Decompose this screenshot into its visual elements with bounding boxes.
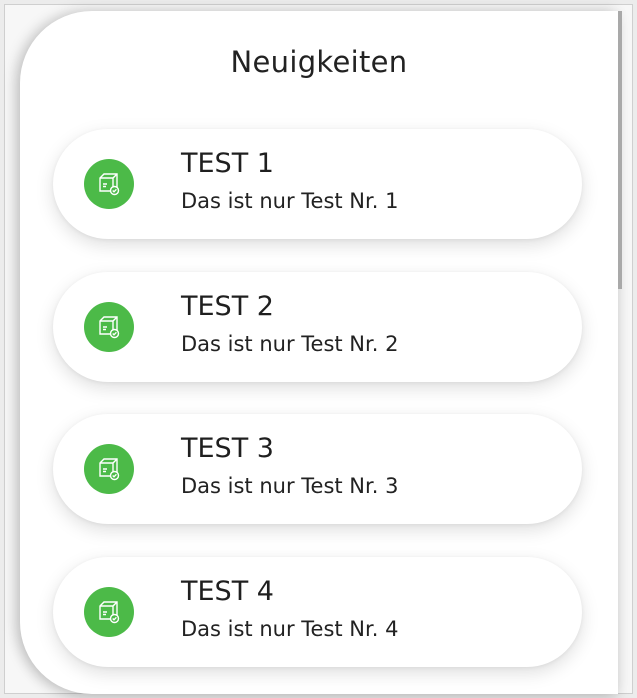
- news-card[interactable]: TEST 1 Das ist nur Test Nr. 1: [53, 129, 582, 239]
- package-check-icon: [84, 444, 134, 494]
- news-text: Das ist nur Test Nr. 1: [181, 189, 399, 213]
- news-card[interactable]: TEST 2 Das ist nur Test Nr. 2: [53, 272, 582, 382]
- news-panel: Neuigkeiten TEST 1 Das ist nur Test Nr. …: [20, 11, 618, 694]
- news-title: TEST 3: [181, 433, 274, 464]
- package-check-icon: [84, 587, 134, 637]
- scrollbar-thumb[interactable]: [618, 11, 622, 289]
- news-title: TEST 1: [181, 148, 274, 179]
- package-check-icon: [84, 159, 134, 209]
- news-text: Das ist nur Test Nr. 3: [181, 474, 399, 498]
- news-title: TEST 2: [181, 291, 274, 322]
- news-title: TEST 4: [181, 576, 274, 607]
- news-text: Das ist nur Test Nr. 4: [181, 617, 399, 641]
- package-check-icon: [84, 302, 134, 352]
- news-text: Das ist nur Test Nr. 2: [181, 332, 399, 356]
- news-card[interactable]: TEST 3 Das ist nur Test Nr. 3: [53, 414, 582, 524]
- news-card[interactable]: TEST 4 Das ist nur Test Nr. 4: [53, 557, 582, 667]
- page-title: Neuigkeiten: [230, 45, 408, 79]
